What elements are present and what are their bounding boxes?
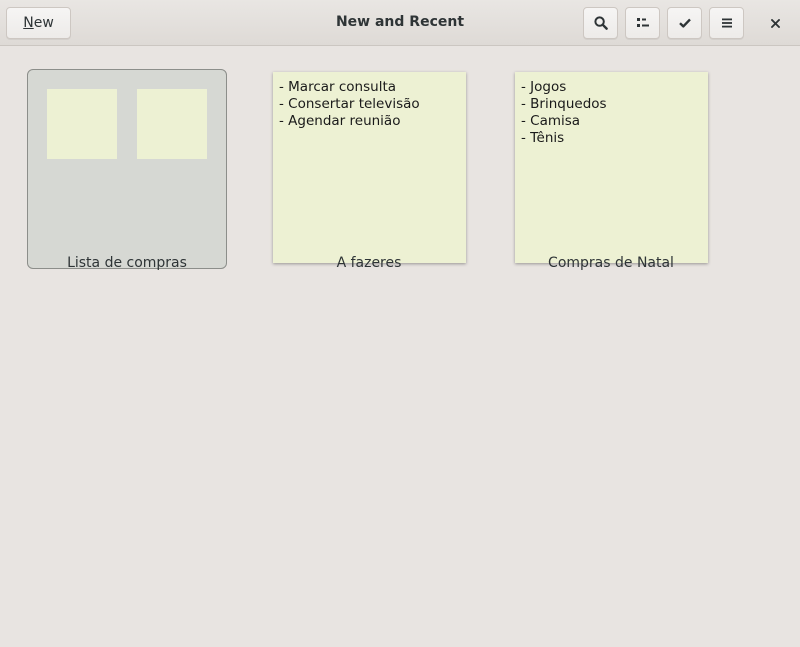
view-mode-button[interactable] [625,7,660,39]
search-icon [593,16,608,30]
notebook-mini-note [47,89,117,159]
note-line: - Brinquedos [521,96,607,112]
note-line: - Agendar reunião [279,113,401,129]
item-label: Lista de compras [67,255,187,271]
new-button-label: ew [33,15,54,31]
note-line: - Jogos [521,79,567,95]
note-thumbnail[interactable]: - Marcar consulta - Consertar televisão … [273,72,466,263]
notes-grid: Lista de compras - Marcar consulta - Con… [0,46,800,647]
notebook-thumbnail[interactable] [27,69,227,269]
list-view-icon [636,18,649,28]
note-line: - Tênis [521,130,565,146]
item-label: Compras de Natal [548,255,674,271]
new-button[interactable]: New [6,7,71,39]
note-line: - Marcar consulta [279,79,397,95]
app-window: New New and Recent Lista de compras - Ma… [0,0,800,647]
close-icon [771,18,780,28]
item-label: A fazeres [336,255,402,271]
close-button[interactable] [758,7,793,39]
window-title: New and Recent [335,14,465,30]
hamburger-menu-icon [721,18,732,28]
new-button-mnemonic: N [23,15,34,31]
note-line: - Camisa [521,113,581,129]
checkmark-icon [678,18,691,28]
notebook-mini-note [137,89,207,159]
header-bar: New New and Recent [0,0,800,46]
selection-mode-button[interactable] [667,7,702,39]
main-menu-button[interactable] [709,7,744,39]
note-line: - Consertar televisão [279,96,420,112]
search-button[interactable] [583,7,618,39]
note-thumbnail[interactable]: - Jogos - Brinquedos - Camisa - Tênis [515,72,708,263]
